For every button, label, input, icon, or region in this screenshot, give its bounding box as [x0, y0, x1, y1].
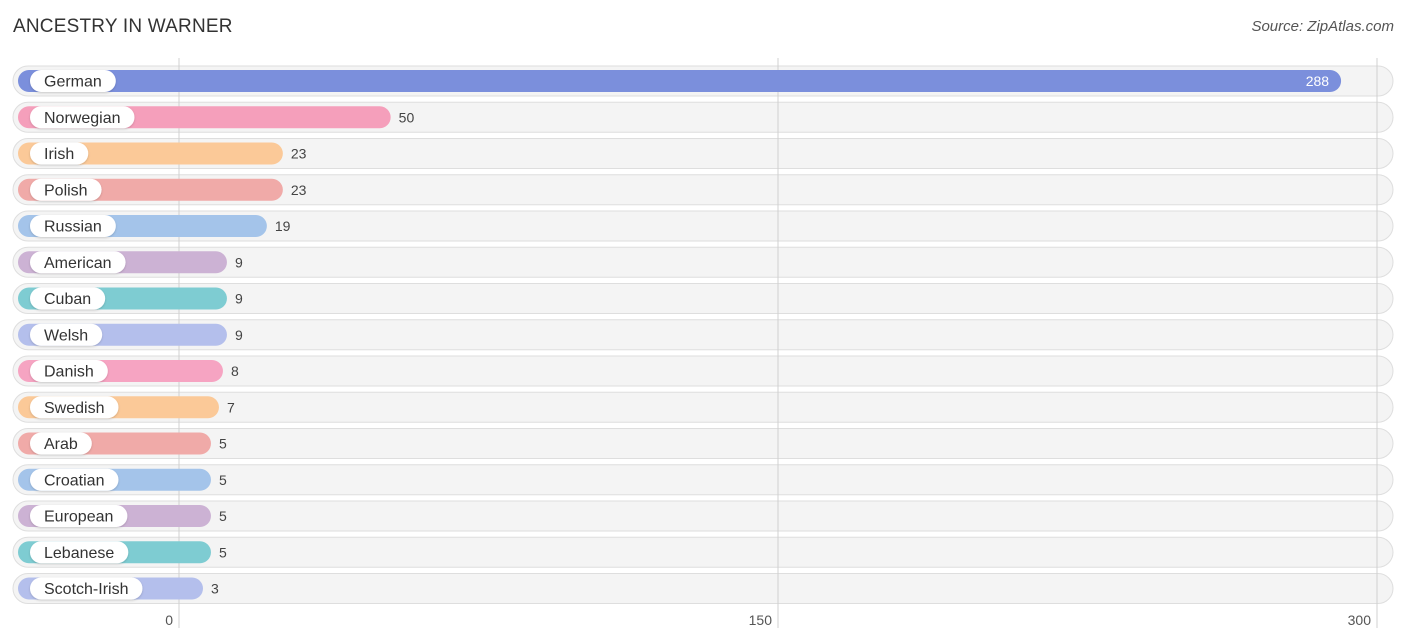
bar-label: Norwegian	[44, 110, 120, 127]
bar-row-arab[interactable]: Arab 5	[18, 432, 227, 455]
x-tick-label: 300	[1348, 612, 1372, 628]
value-label: 7	[227, 399, 235, 415]
value-label: 288	[1306, 73, 1330, 89]
bar-row-norwegian[interactable]: Norwegian 50	[18, 106, 415, 129]
bar-label: Polish	[44, 182, 88, 199]
bar-label: Scotch-Irish	[44, 581, 128, 598]
bar-label: Cuban	[44, 291, 91, 308]
value-label: 5	[219, 436, 227, 452]
bar-label: European	[44, 509, 113, 526]
bar-label: Arab	[44, 436, 78, 453]
bar-label: American	[44, 255, 112, 272]
bar-label: Lebanese	[44, 545, 114, 562]
bar-row-croatian[interactable]: Croatian 5	[18, 468, 227, 491]
bar-label: Danish	[44, 364, 94, 381]
bar-chart: German 288Norwegian 50Irish 23Polish 23Russi…	[12, 58, 1394, 628]
bar-row-american[interactable]: American 9	[18, 251, 243, 274]
bar-row-german[interactable]: German 288	[18, 70, 1342, 92]
value-label: 23	[291, 182, 307, 198]
bar-row-polish[interactable]: Polish 23	[18, 178, 307, 201]
bar-row-cuban[interactable]: Cuban 9	[18, 287, 243, 310]
bar-row-welsh[interactable]: Welsh 9	[18, 323, 243, 346]
x-axis-ticks: 0 150 300	[165, 612, 1371, 628]
bar-row-swedish[interactable]: Swedish 7	[18, 396, 235, 419]
row-track	[12, 391, 1394, 423]
bar-row-russian[interactable]: Russian 19	[18, 215, 291, 237]
bar-row-scotch-irish[interactable]: Scotch-Irish 3	[18, 577, 219, 600]
value-label: 9	[235, 327, 243, 343]
value-label: 19	[275, 218, 291, 234]
value-label: 5	[219, 544, 227, 560]
value-label: 5	[219, 472, 227, 488]
bar-label: Croatian	[44, 472, 104, 489]
bar-label: Swedish	[44, 400, 104, 417]
bar-row-irish[interactable]: Irish 23	[18, 142, 307, 165]
value-label: 8	[231, 363, 239, 379]
x-tick-label: 0	[165, 612, 173, 628]
row-track	[12, 573, 1394, 604]
bar-label: Welsh	[44, 327, 88, 344]
bar[interactable]	[18, 70, 1342, 92]
value-label: 5	[219, 508, 227, 524]
value-label: 50	[399, 109, 415, 125]
bar-row-danish[interactable]: Danish 8	[18, 360, 239, 382]
x-tick-label: 150	[749, 612, 773, 628]
bar-row-european[interactable]: European 5	[18, 505, 227, 527]
value-label: 9	[235, 291, 243, 307]
value-label: 3	[211, 581, 219, 597]
bar-label: Russian	[44, 219, 102, 236]
bar-label: Irish	[44, 146, 74, 163]
value-label: 9	[235, 254, 243, 270]
value-label: 23	[291, 146, 307, 162]
bar-label: German	[44, 74, 102, 91]
bar-row-lebanese[interactable]: Lebanese 5	[18, 541, 227, 564]
